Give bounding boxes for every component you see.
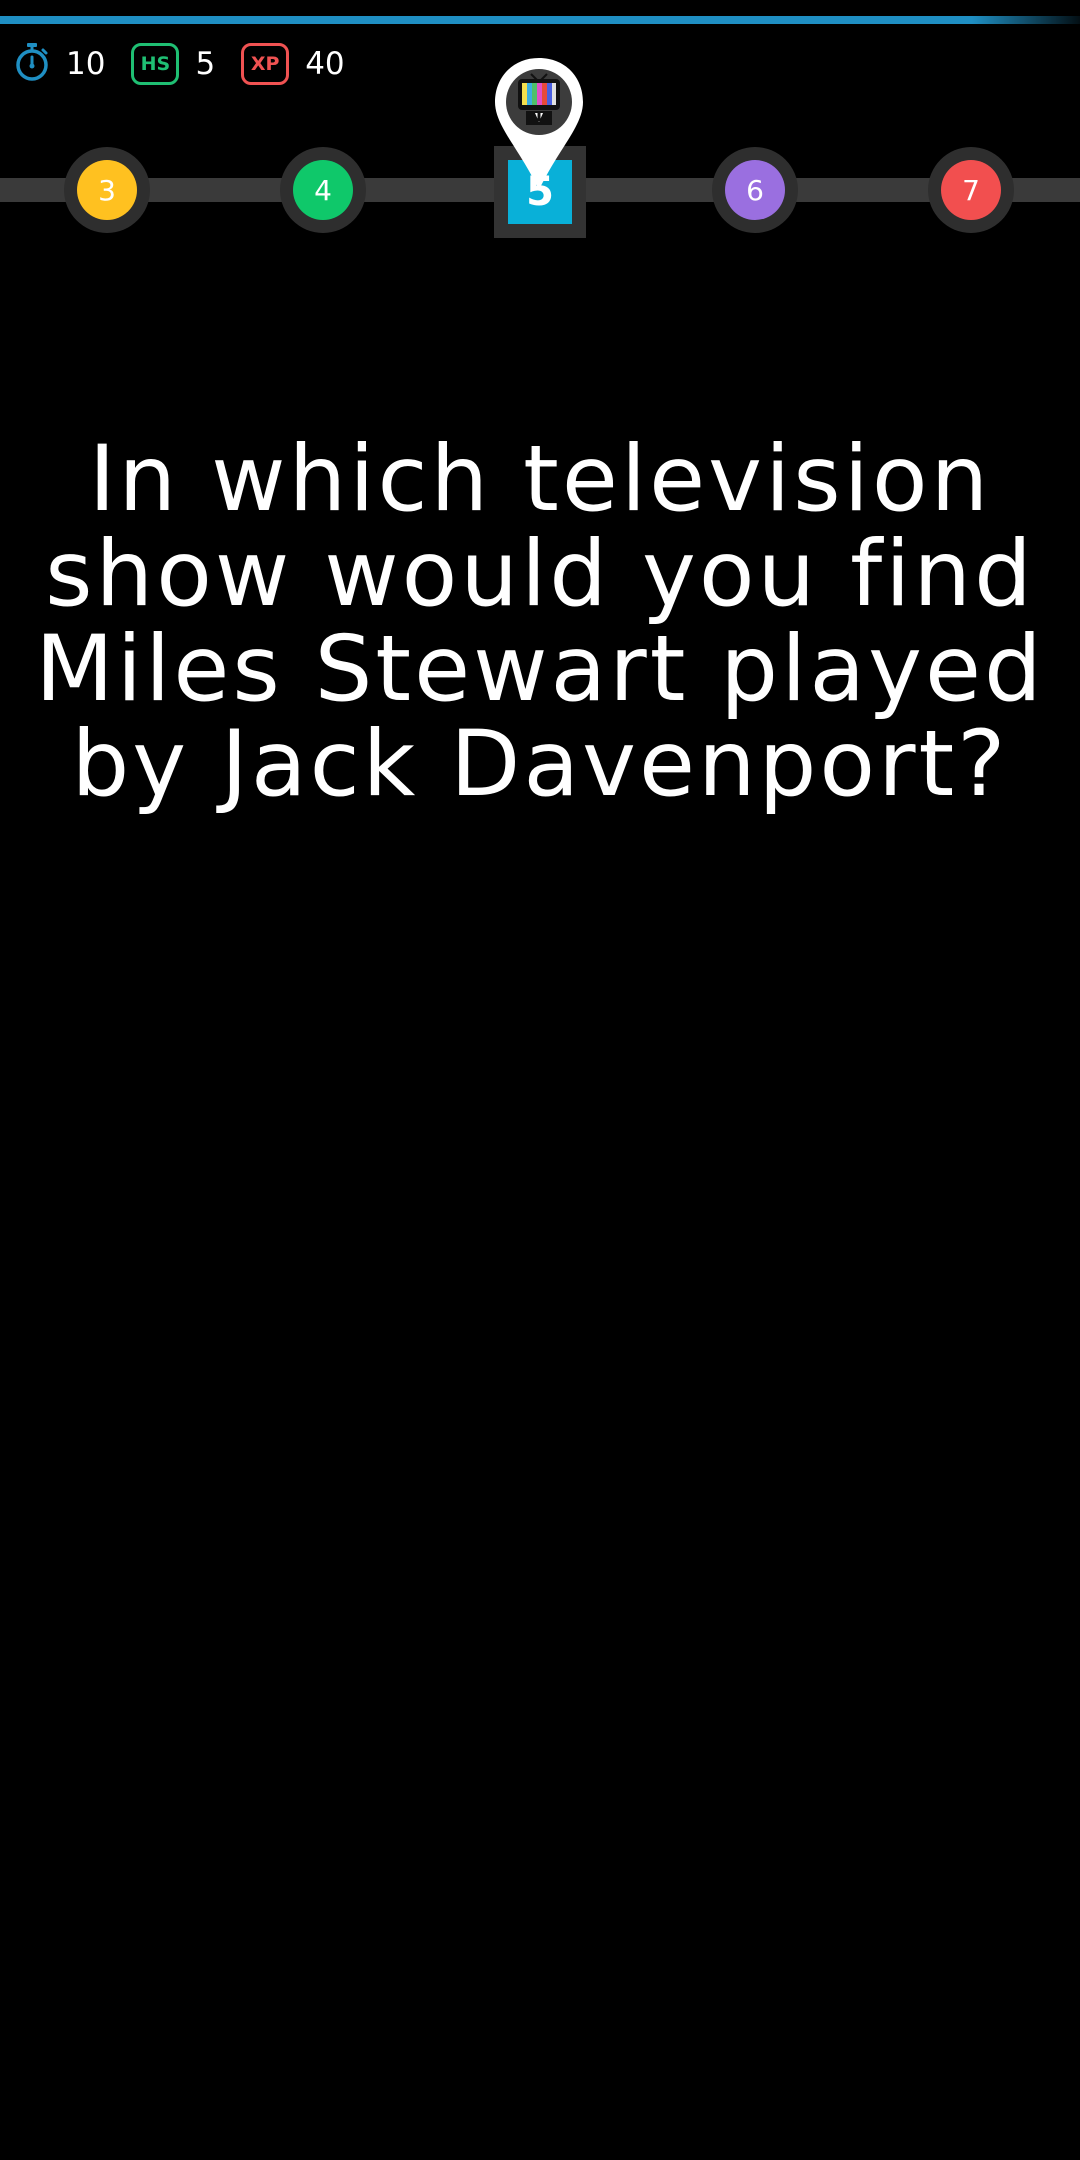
stats-bar: 10 HS 5 XP 40: [14, 42, 371, 86]
level-number: 7: [941, 160, 1001, 220]
level-number: 3: [77, 160, 137, 220]
xp-value: 40: [305, 45, 345, 82]
stopwatch-icon: [14, 42, 50, 86]
category-pin: [493, 56, 585, 192]
level-node-6: 6: [712, 147, 798, 233]
high-score-value: 5: [195, 45, 216, 82]
timer-progress-bar: [0, 16, 1080, 24]
xp-stat: XP 40: [241, 43, 345, 85]
level-number: 4: [293, 160, 353, 220]
level-node-7: 7: [928, 147, 1014, 233]
time-value: 10: [66, 45, 106, 82]
xp-badge: XP: [241, 43, 290, 85]
level-node-4: 4: [280, 147, 366, 233]
high-score-badge: HS: [131, 43, 180, 85]
level-number: 6: [725, 160, 785, 220]
high-score-stat: HS 5: [131, 43, 215, 85]
level-node-3: 3: [64, 147, 150, 233]
game-screen: 10 HS 5 XP 40 3 4 5 6 7 In which televis…: [0, 0, 1080, 2160]
time-stat: 10: [14, 42, 105, 86]
question-text: In which television show would you find …: [35, 427, 1045, 817]
